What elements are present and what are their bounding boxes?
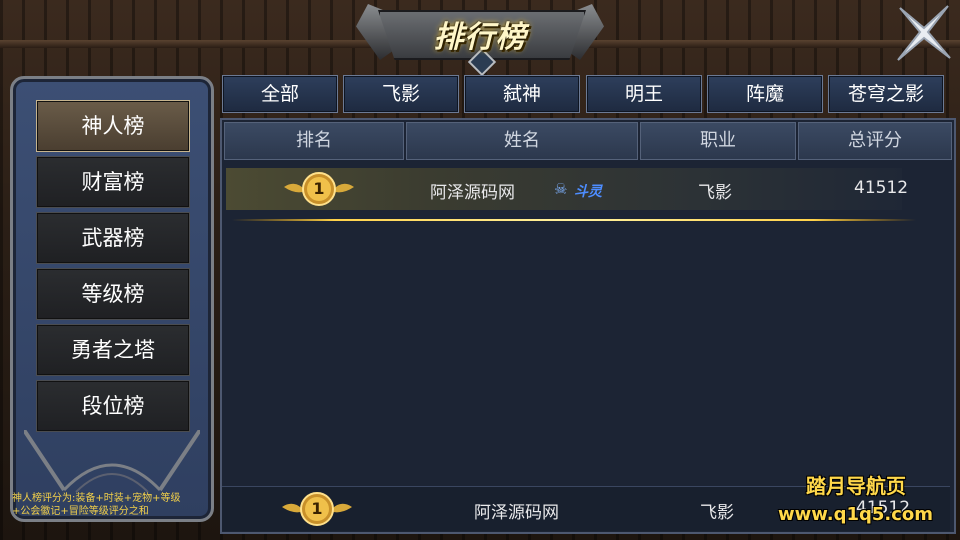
tab-all[interactable]: 全部: [222, 75, 338, 113]
my-name: 阿泽源码网: [474, 503, 559, 523]
page-title: 排行榜: [433, 20, 527, 55]
left-menu-item-yongzhe[interactable]: 勇者之塔: [36, 324, 190, 376]
left-menu-item-shenren[interactable]: 神人榜: [36, 100, 190, 152]
tab-feiying[interactable]: 飞影: [343, 75, 459, 113]
score-note-line2: +公会徽记+冒险等级评分之和: [12, 506, 149, 517]
row-name: 阿泽源码网: [430, 183, 515, 203]
close-icon: [897, 5, 951, 61]
title-banner: 排行榜: [356, 4, 604, 77]
column-job: 职业: [640, 122, 796, 160]
my-job: 飞影: [700, 503, 734, 523]
left-menu-item-dengji[interactable]: 等级榜: [36, 268, 190, 320]
score-note-line1: 神人榜评分为:装备+时装+宠物+等级: [12, 493, 181, 504]
tab-cangqiong[interactable]: 苍穹之影: [828, 75, 944, 113]
tab-mingwang[interactable]: 明王: [586, 75, 702, 113]
watermark-title: 踏月导航页: [806, 474, 906, 498]
left-menu-item-wuqi[interactable]: 武器榜: [36, 212, 190, 264]
left-menu-item-caifu[interactable]: 财富榜: [36, 156, 190, 208]
row-score: 41512: [854, 178, 909, 198]
column-name: 姓名: [406, 122, 638, 160]
my-rank: 1: [311, 499, 323, 518]
table-header: 排名 姓名 职业 总评分: [224, 122, 952, 160]
score-note: 神人榜评分为:装备+时装+宠物+等级 +公会徽记+冒险等级评分之和: [12, 492, 212, 518]
column-rank: 排名: [224, 122, 404, 160]
tab-zhenmo[interactable]: 阵魔: [707, 75, 823, 113]
left-menu-item-duanwei[interactable]: 段位榜: [36, 380, 190, 432]
row-job: 飞影: [698, 183, 732, 203]
row-title-badge: 斗灵: [574, 184, 602, 200]
column-score: 总评分: [798, 122, 952, 160]
table-row[interactable]: 1 阿泽源码网 ☠ 斗灵 飞影 41512: [226, 168, 908, 210]
left-menu: 神人榜 财富榜 武器榜 等级榜 勇者之塔 段位榜: [36, 100, 190, 436]
tab-shishen[interactable]: 弑神: [464, 75, 580, 113]
row-glow-effect: [232, 208, 916, 221]
row-rank: 1: [313, 179, 325, 198]
skull-icon: ☠: [554, 180, 568, 198]
close-button[interactable]: [892, 2, 956, 64]
watermark-url: www.q1q5.com: [778, 504, 934, 525]
